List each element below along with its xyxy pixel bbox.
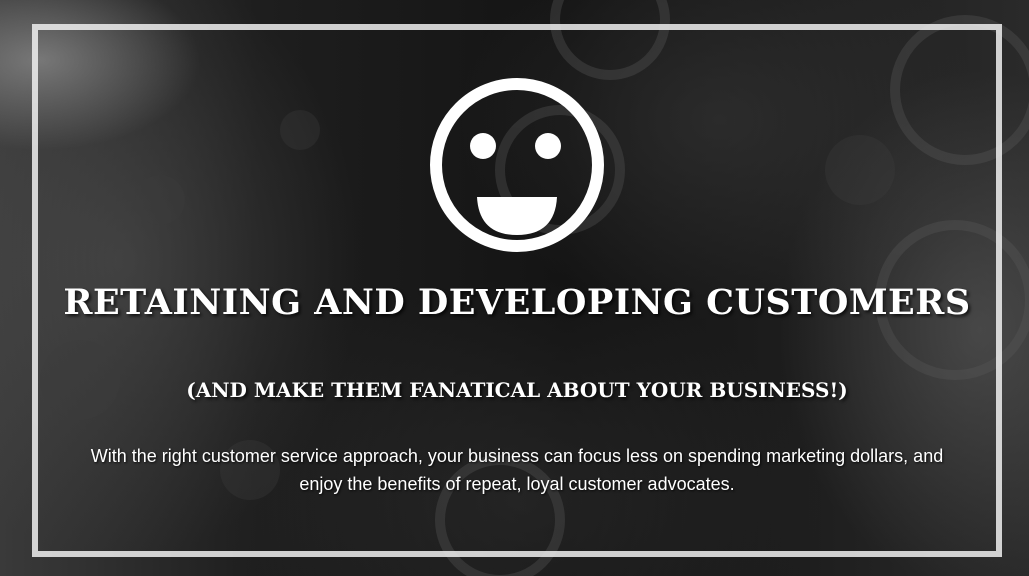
hero-title: RETAINING AND DEVELOPING CUSTOMERS — [63, 282, 971, 323]
smiley-face-icon — [430, 78, 604, 252]
hero-section: RETAINING AND DEVELOPING CUSTOMERS (AND … — [0, 0, 1029, 576]
hero-content: RETAINING AND DEVELOPING CUSTOMERS (AND … — [38, 30, 996, 551]
hero-description: With the right customer service approach… — [90, 446, 944, 494]
hero-subtitle: (AND MAKE THEM FANATICAL ABOUT YOUR BUSI… — [186, 378, 848, 402]
